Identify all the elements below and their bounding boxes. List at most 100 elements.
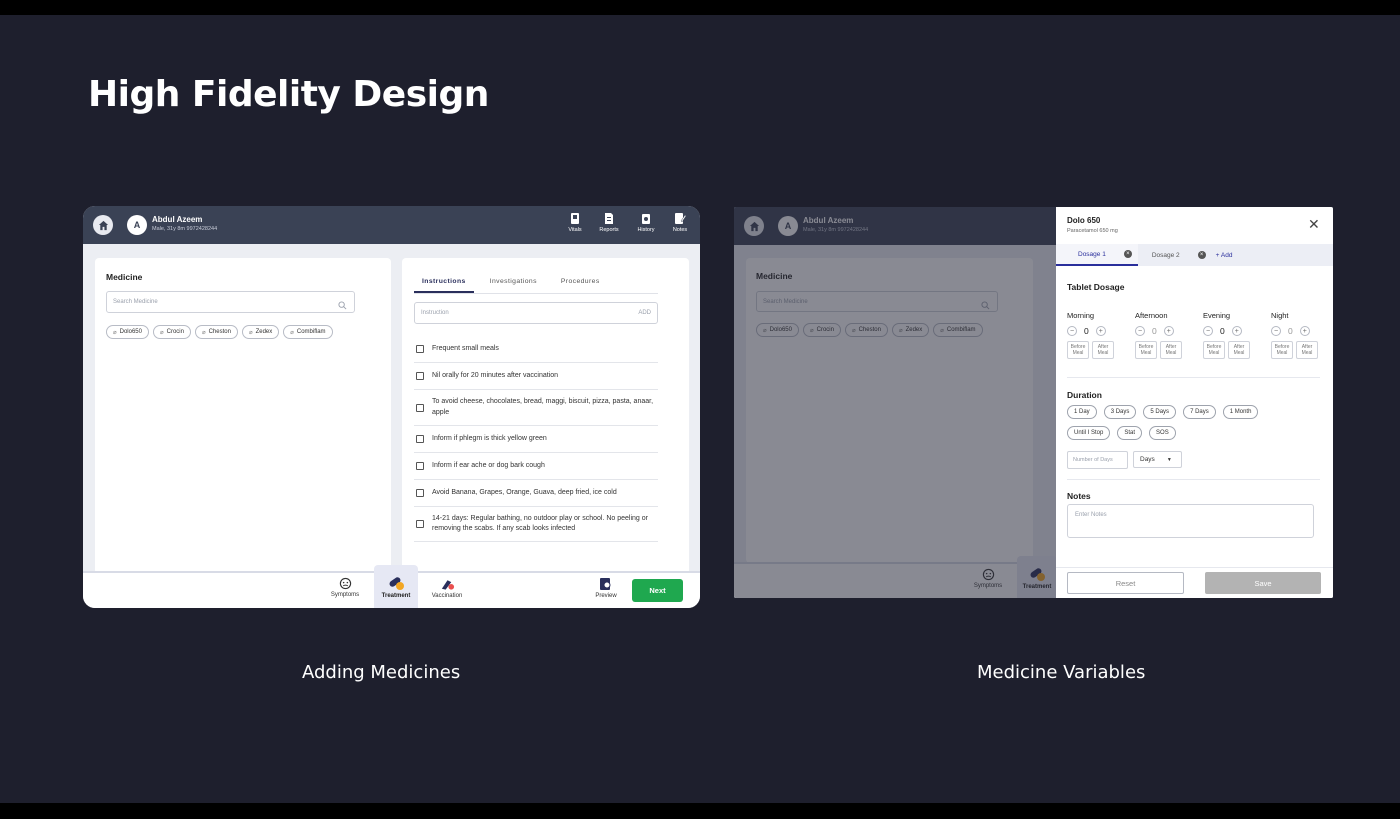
list-item[interactable]: 14-21 days: Regular bathing, no outdoor … xyxy=(414,507,658,542)
after-meal-toggle[interactable]: After Meal xyxy=(1296,341,1318,359)
dose-night: Night − 0 + Before Meal After Meal xyxy=(1271,311,1318,359)
minus-button[interactable]: − xyxy=(1067,326,1077,336)
plus-button[interactable]: + xyxy=(1163,326,1174,336)
checkbox[interactable] xyxy=(416,489,424,497)
close-icon[interactable]: ✕ xyxy=(1308,217,1320,231)
duration-chip[interactable]: SOS xyxy=(1149,426,1176,440)
notes-icon xyxy=(674,211,686,225)
instruction-list: Frequent small meals Nil orally for 20 m… xyxy=(414,336,658,542)
duration-chip[interactable]: 1 Day xyxy=(1067,405,1097,419)
tab-dosage-2[interactable]: Dosage 2 × xyxy=(1138,244,1212,266)
pill-icon: ⌀ xyxy=(159,329,164,336)
before-meal-toggle[interactable]: Before Meal xyxy=(1271,341,1293,359)
top-letterbox xyxy=(0,0,1400,15)
duration-chip[interactable]: 5 Days xyxy=(1143,405,1177,419)
duration-chip[interactable]: 7 Days xyxy=(1183,405,1216,419)
reports-icon xyxy=(603,211,615,225)
quantity-stepper: − 0 + xyxy=(1135,326,1182,336)
pill-icon: ⌀ xyxy=(290,329,294,336)
caption-right: Medicine Variables xyxy=(977,662,1146,683)
medicine-title: Medicine xyxy=(106,272,143,282)
list-item[interactable]: Inform if ear ache or dog bark cough xyxy=(414,453,658,480)
patient-name: Abdul Azeem xyxy=(152,215,203,224)
add-dosage-link[interactable]: + Add xyxy=(1216,252,1233,259)
chip-dolo650[interactable]: ⌀Dolo650 xyxy=(106,325,149,339)
duration-chip[interactable]: 3 Days xyxy=(1103,405,1137,419)
dose-afternoon: Afternoon − 0 + Before Meal After Meal xyxy=(1135,311,1182,359)
plus-button[interactable]: + xyxy=(1231,326,1242,336)
patient-meta: Male, 31y 8m 9972428244 xyxy=(152,226,218,232)
list-item[interactable]: Nil orally for 20 minutes after vaccinat… xyxy=(414,363,658,390)
before-meal-toggle[interactable]: Before Meal xyxy=(1135,341,1157,359)
treatment-icon xyxy=(389,577,404,590)
nav-notes[interactable]: Notes xyxy=(665,211,695,233)
dose-evening: Evening − 0 + Before Meal After Meal xyxy=(1203,311,1250,359)
remove-dosage-1-icon[interactable]: × xyxy=(1123,250,1132,258)
plus-button[interactable]: + xyxy=(1095,326,1106,336)
minus-button[interactable]: − xyxy=(1203,326,1213,336)
list-item[interactable]: Frequent small meals xyxy=(414,336,658,363)
checkbox[interactable] xyxy=(416,435,424,443)
number-of-days-input[interactable]: Number of Days xyxy=(1067,451,1128,469)
duration-chip[interactable]: 1 Month xyxy=(1222,405,1259,419)
dosage-tabs: Dosage 1 × Dosage 2 × + Add xyxy=(1056,244,1333,266)
nav-reports[interactable]: Reports xyxy=(594,211,624,233)
list-item[interactable]: Avoid Banana, Grapes, Orange, Guava, dee… xyxy=(414,480,658,507)
save-button[interactable]: Save xyxy=(1205,572,1321,594)
reset-button[interactable]: Reset xyxy=(1067,572,1184,594)
tab-dosage-1[interactable]: Dosage 1 × xyxy=(1056,244,1138,266)
bottom-nav: Symptoms Treatment Vaccination Preview N… xyxy=(83,565,700,608)
tab-procedures[interactable]: Procedures xyxy=(553,274,608,293)
notes-textarea[interactable]: Enter Notes xyxy=(1067,504,1314,538)
drawer-subtitle: Paracetamol 650 mg xyxy=(1067,228,1118,234)
before-meal-toggle[interactable]: Before Meal xyxy=(1203,341,1225,359)
tab-investigations[interactable]: Investigations xyxy=(482,274,545,293)
instruction-input[interactable]: Instruction ADD xyxy=(414,302,658,324)
checkbox[interactable] xyxy=(416,462,424,470)
duration-chip[interactable]: Until I Stop xyxy=(1067,426,1111,440)
chip-zedex[interactable]: ⌀Zedex xyxy=(241,325,280,339)
checkbox[interactable] xyxy=(416,403,424,412)
after-meal-toggle[interactable]: After Meal xyxy=(1228,341,1250,359)
list-item[interactable]: Inform if phlegm is thick yellow green xyxy=(414,426,658,453)
quantity-stepper: − 0 + xyxy=(1271,326,1318,336)
after-meal-toggle[interactable]: After Meal xyxy=(1160,341,1182,359)
bottom-letterbox xyxy=(0,803,1400,819)
chip-crocin[interactable]: ⌀Crocin xyxy=(152,325,191,339)
checkbox[interactable] xyxy=(416,372,424,380)
list-item[interactable]: To avoid cheese, chocolates, bread, magg… xyxy=(414,390,658,426)
nav-history[interactable]: History xyxy=(631,211,661,233)
nav-vitals[interactable]: Vitals xyxy=(560,211,590,233)
checkbox[interactable] xyxy=(416,520,424,528)
add-instruction-button[interactable]: ADD xyxy=(638,310,651,316)
after-meal-toggle[interactable]: After Meal xyxy=(1092,341,1114,359)
next-button[interactable]: Next xyxy=(632,579,683,602)
duration-chip[interactable]: Stat xyxy=(1117,426,1143,440)
days-select[interactable]: Days ▼ xyxy=(1133,451,1182,468)
nav-vaccination[interactable]: Vaccination xyxy=(427,577,467,599)
minus-button[interactable]: − xyxy=(1271,326,1281,336)
nav-symptoms[interactable]: Symptoms xyxy=(327,577,363,598)
divider xyxy=(1056,567,1333,568)
tab-instructions[interactable]: Instructions xyxy=(414,274,474,293)
tablet-dosage-title: Tablet Dosage xyxy=(1067,282,1125,292)
duration-options: 1 Day 3 Days 5 Days 7 Days 1 Month xyxy=(1067,405,1259,419)
symptoms-icon xyxy=(339,577,351,590)
medicine-card: Medicine Search Medicine ⌀Dolo650 ⌀Croci… xyxy=(95,258,391,574)
avatar: A xyxy=(127,215,147,235)
remove-dosage-2-icon[interactable]: × xyxy=(1197,251,1206,259)
home-button[interactable] xyxy=(93,215,113,235)
preview-icon xyxy=(600,578,611,590)
minus-button[interactable]: − xyxy=(1135,326,1145,336)
notes-title: Notes xyxy=(1067,491,1091,501)
checkbox[interactable] xyxy=(416,345,424,353)
preview-button[interactable]: Preview xyxy=(591,577,621,599)
chip-combiflam[interactable]: ⌀Combiflam xyxy=(283,325,333,339)
nav-treatment[interactable]: Treatment xyxy=(374,565,418,608)
search-medicine-input[interactable]: Search Medicine xyxy=(106,291,355,313)
plus-button[interactable]: + xyxy=(1299,326,1310,336)
caption-left: Adding Medicines xyxy=(302,662,461,683)
before-meal-toggle[interactable]: Before Meal xyxy=(1067,341,1089,359)
chip-cheston[interactable]: ⌀Cheston xyxy=(194,325,238,339)
medicine-chips: ⌀Dolo650 ⌀Crocin ⌀Cheston ⌀Zedex ⌀Combif… xyxy=(106,325,333,339)
